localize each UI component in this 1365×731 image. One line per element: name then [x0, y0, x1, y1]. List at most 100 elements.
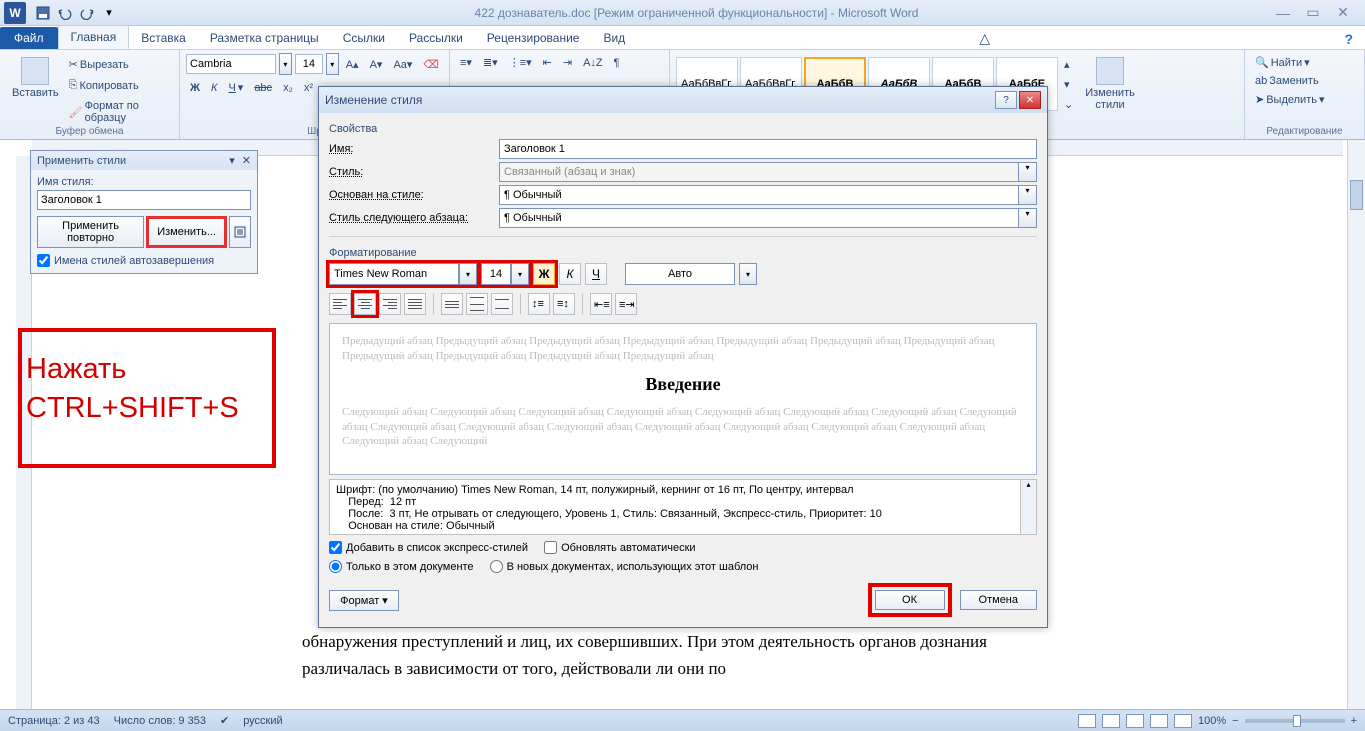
tab-references[interactable]: Ссылки	[331, 27, 397, 49]
dlg-color-combo[interactable]: Авто	[625, 263, 735, 285]
spacing-2-button[interactable]	[491, 293, 513, 315]
status-page[interactable]: Страница: 2 из 43	[8, 715, 100, 727]
font-size-dropdown[interactable]: ▾	[326, 53, 339, 75]
view-fullscreen[interactable]	[1102, 714, 1120, 728]
autocomplete-checkbox[interactable]	[37, 254, 50, 267]
document-text[interactable]: обнаружения преступлений и лиц, их совер…	[302, 628, 1030, 694]
bullets-icon[interactable]: ≡▾	[456, 53, 476, 72]
dialog-close-button[interactable]: ✕	[1019, 91, 1041, 109]
format-dropdown-button[interactable]: Формат ▾	[329, 590, 399, 611]
tab-insert[interactable]: Вставка	[129, 27, 198, 49]
next-combo[interactable]	[499, 208, 1019, 228]
replace-button[interactable]: abЗаменить	[1251, 72, 1358, 90]
dlg-size-dropdown[interactable]: ▾	[511, 263, 529, 285]
select-button[interactable]: ➤Выделить ▾	[1251, 90, 1358, 109]
space-before-dec-button[interactable]: ≡↕	[553, 293, 575, 315]
space-before-inc-button[interactable]: ↕≡	[528, 293, 550, 315]
styles-pane-button[interactable]	[229, 216, 251, 248]
help-icon[interactable]: ?	[1340, 29, 1357, 49]
font-name-combo[interactable]	[186, 54, 276, 74]
dlg-underline-button[interactable]: Ч	[585, 263, 607, 285]
font-size-combo[interactable]	[295, 54, 323, 74]
show-marks-icon[interactable]: ¶	[610, 54, 624, 72]
tab-review[interactable]: Рецензирование	[475, 27, 592, 49]
ok-button[interactable]: ОК	[875, 590, 945, 610]
zoom-thumb[interactable]	[1293, 715, 1301, 727]
strike-button[interactable]: abc	[250, 79, 276, 97]
clear-formatting-icon[interactable]: ⌫	[419, 55, 443, 74]
desc-scrollbar[interactable]: ▴	[1020, 480, 1036, 534]
apply-styles-header[interactable]: Применить стили ▾ ✕	[31, 151, 257, 170]
underline-button[interactable]: Ч▾	[224, 78, 247, 97]
align-right-button[interactable]	[379, 293, 401, 315]
ribbon-minimize-icon[interactable]: △	[975, 28, 994, 49]
pane-close-icon[interactable]: ✕	[242, 154, 251, 167]
tab-mailings[interactable]: Рассылки	[397, 27, 475, 49]
tab-file[interactable]: Файл	[0, 27, 58, 49]
increase-indent-icon[interactable]: ⇥	[559, 53, 576, 72]
maximize-button[interactable]: ▭	[1305, 5, 1321, 21]
pane-dropdown-icon[interactable]: ▾	[229, 154, 235, 167]
dlg-color-dropdown[interactable]: ▾	[739, 263, 757, 285]
dlg-bold-button[interactable]: Ж	[533, 263, 555, 285]
shrink-font-icon[interactable]: A▾	[366, 55, 387, 74]
zoom-in-button[interactable]: +	[1351, 715, 1357, 727]
indent-inc-button[interactable]: ≡⇥	[615, 293, 637, 315]
cancel-button[interactable]: Отмена	[960, 590, 1037, 610]
indent-dec-button[interactable]: ⇤≡	[590, 293, 612, 315]
undo-icon[interactable]	[56, 4, 74, 22]
styles-scroll-down[interactable]: ▾	[1060, 75, 1077, 94]
view-print-layout[interactable]	[1078, 714, 1096, 728]
vertical-scrollbar[interactable]	[1347, 140, 1365, 709]
superscript-button[interactable]: x²	[300, 79, 317, 97]
status-language[interactable]: русский	[243, 715, 282, 727]
zoom-slider[interactable]	[1245, 719, 1345, 723]
grow-font-icon[interactable]: A▴	[342, 55, 363, 74]
next-dropdown[interactable]: ▾	[1019, 208, 1037, 228]
numbering-icon[interactable]: ≣▾	[479, 53, 502, 72]
italic-button[interactable]: К	[207, 79, 221, 97]
format-painter-button[interactable]: 🖌Формат по образцу	[65, 97, 173, 127]
change-styles-button[interactable]: Изменить стили	[1079, 53, 1141, 115]
status-words[interactable]: Число слов: 9 353	[114, 715, 206, 727]
auto-update-checkbox[interactable]	[544, 541, 557, 554]
dialog-help-button[interactable]: ?	[995, 91, 1017, 109]
reapply-button[interactable]: Применить повторно	[37, 216, 144, 248]
change-case-icon[interactable]: Aa▾	[389, 55, 416, 74]
close-button[interactable]: ✕	[1335, 5, 1351, 21]
subscript-button[interactable]: x₂	[279, 79, 297, 97]
minimize-button[interactable]: —	[1275, 5, 1291, 21]
bold-button[interactable]: Ж	[186, 79, 204, 97]
scrollbar-thumb[interactable]	[1350, 180, 1363, 210]
zoom-percent[interactable]: 100%	[1198, 715, 1226, 727]
align-left-button[interactable]	[329, 293, 351, 315]
cut-button[interactable]: ✂Вырезать	[65, 55, 173, 74]
spacing-15-button[interactable]	[466, 293, 488, 315]
only-doc-radio[interactable]	[329, 560, 342, 573]
styles-scroll-up[interactable]: ▴	[1060, 55, 1077, 74]
view-draft[interactable]	[1174, 714, 1192, 728]
multilevel-icon[interactable]: ⋮≡▾	[505, 53, 536, 72]
based-dropdown[interactable]: ▾	[1019, 185, 1037, 205]
paste-button[interactable]: Вставить	[6, 53, 65, 127]
copy-button[interactable]: ⎘Копировать	[65, 76, 173, 95]
find-button[interactable]: 🔍Найти ▾	[1251, 53, 1358, 72]
dlg-size-combo[interactable]	[481, 263, 511, 285]
view-outline[interactable]	[1150, 714, 1168, 728]
name-input[interactable]	[499, 139, 1037, 159]
dlg-italic-button[interactable]: К	[559, 263, 581, 285]
add-quick-checkbox[interactable]	[329, 541, 342, 554]
modify-button[interactable]: Изменить...	[146, 216, 227, 248]
redo-icon[interactable]	[78, 4, 96, 22]
align-justify-button[interactable]	[404, 293, 426, 315]
save-icon[interactable]	[34, 4, 52, 22]
dlg-font-dropdown[interactable]: ▾	[459, 263, 477, 285]
based-combo[interactable]	[499, 185, 1019, 205]
tab-home[interactable]: Главная	[58, 25, 130, 49]
view-web[interactable]	[1126, 714, 1144, 728]
new-docs-radio[interactable]	[490, 560, 503, 573]
decrease-indent-icon[interactable]: ⇤	[539, 53, 556, 72]
zoom-out-button[interactable]: −	[1232, 715, 1238, 727]
font-name-dropdown[interactable]: ▾	[279, 53, 292, 75]
dlg-font-combo[interactable]	[329, 263, 459, 285]
